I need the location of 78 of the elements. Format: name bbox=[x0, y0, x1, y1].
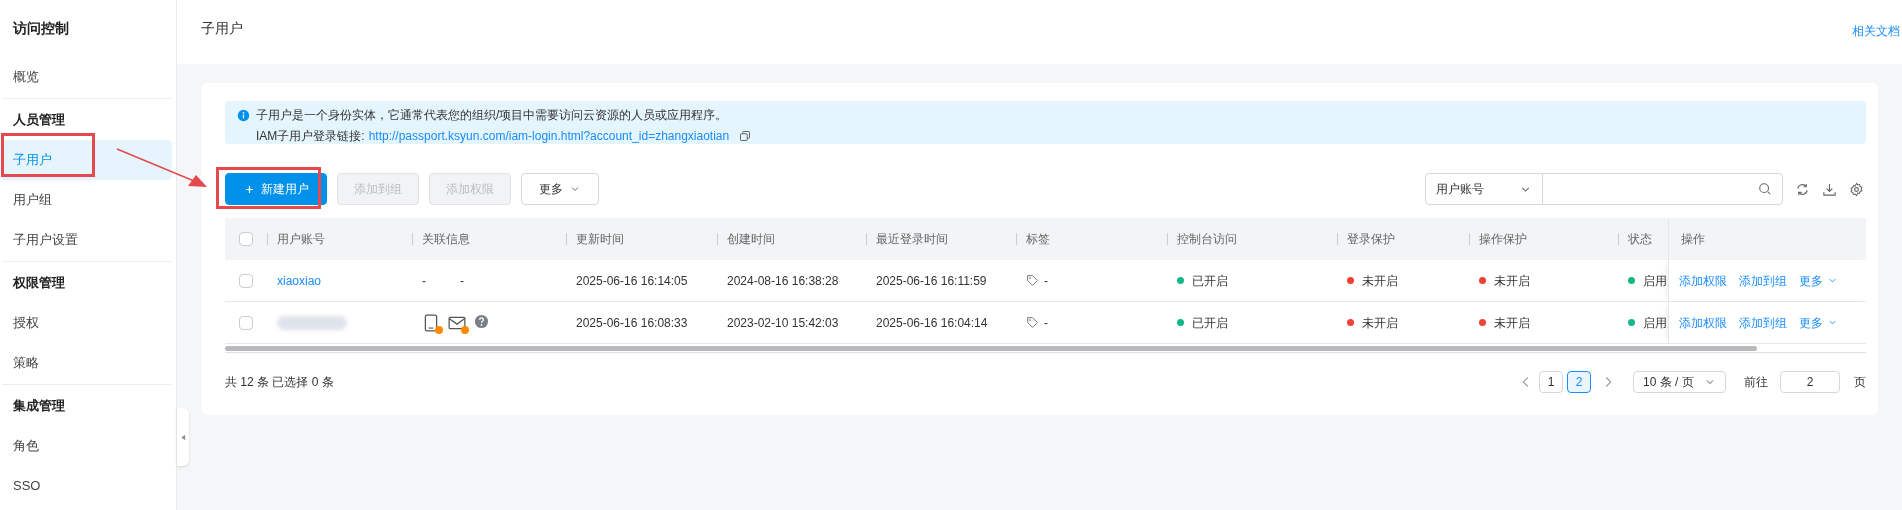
column-header: 登录保护 bbox=[1347, 231, 1395, 248]
download-icon[interactable] bbox=[1822, 181, 1837, 197]
table-cell-text: - bbox=[1044, 314, 1048, 332]
action-link[interactable]: 添加到组 bbox=[1739, 313, 1787, 332]
table-cell-text: - bbox=[1044, 272, 1048, 290]
goto-label: 前往 bbox=[1744, 374, 1768, 391]
sidebar-item[interactable]: 概览 bbox=[2, 57, 172, 97]
login-link[interactable]: http://passport.ksyun.com/iam-login.html?account_id=zhangxiaotian bbox=[368, 127, 730, 145]
tag-icon bbox=[1026, 274, 1039, 287]
action-link[interactable]: 添加权限 bbox=[1679, 271, 1727, 290]
sidebar-item[interactable]: 子用户 bbox=[2, 140, 172, 180]
sidebar-item[interactable]: 授权 bbox=[2, 303, 172, 343]
section-heading: 权限管理 bbox=[12, 274, 66, 293]
more-link[interactable]: 更多 bbox=[1799, 271, 1838, 290]
table-cell: 2025-06-16 16:08:33 bbox=[576, 315, 688, 330]
status-text: 未开启 bbox=[1362, 314, 1398, 332]
action-link[interactable]: 添加到组 bbox=[1739, 271, 1787, 290]
scrollbar-thumb[interactable] bbox=[225, 345, 1757, 351]
refresh-icon[interactable] bbox=[1795, 181, 1810, 197]
info-icon bbox=[237, 108, 250, 122]
column-header: 控制台访问 bbox=[1177, 231, 1237, 248]
copy-icon[interactable] bbox=[739, 130, 752, 142]
page-unit: 页 bbox=[1854, 374, 1866, 391]
page-input[interactable]: 2 bbox=[1780, 371, 1840, 393]
sidebar-item[interactable]: 子用户设置 bbox=[2, 220, 172, 260]
table-cell: 2025-06-16 16:04:14 bbox=[876, 315, 988, 330]
info-text: 子用户是一个身份实体，它通常代表您的组织/项目中需要访问云资源的人员或应用程序。 bbox=[256, 107, 728, 124]
checkbox[interactable] bbox=[239, 232, 253, 246]
column-header: 最近登录时间 bbox=[876, 231, 948, 248]
more-dropdown[interactable]: 更多 bbox=[521, 173, 599, 205]
status-text: 启用 bbox=[1643, 272, 1667, 290]
status-text: 未开启 bbox=[1494, 314, 1530, 332]
checkbox[interactable] bbox=[239, 273, 253, 288]
column-header: 更新时间 bbox=[576, 231, 624, 248]
status-text: 未开启 bbox=[1362, 272, 1398, 290]
page-button[interactable]: 1 bbox=[1539, 371, 1563, 393]
page-size-select[interactable]: 10 条 / 页 bbox=[1633, 371, 1726, 393]
sidebar-item[interactable]: SSO bbox=[2, 466, 172, 506]
tag-icon bbox=[1026, 316, 1039, 329]
column-header: 标签 bbox=[1026, 231, 1050, 248]
link-label: IAM子用户登录链接: bbox=[256, 128, 365, 145]
page-title: 子用户 bbox=[201, 19, 243, 38]
table-cell-text: - bbox=[422, 272, 427, 290]
status-text: 未开启 bbox=[1494, 272, 1530, 290]
table-cell-text: - bbox=[460, 272, 465, 290]
toolbar-button[interactable]: 新建用户 bbox=[225, 173, 327, 205]
settings-icon[interactable] bbox=[1849, 181, 1864, 197]
column-header: 操作 bbox=[1681, 231, 1705, 248]
sidebar-item[interactable]: 用户组 bbox=[2, 180, 172, 220]
status-text: 已开启 bbox=[1192, 272, 1228, 290]
table-cell: 2025-06-16 16:11:59 bbox=[876, 273, 987, 288]
table-cell: 2025-06-16 16:14:05 bbox=[576, 273, 688, 288]
page-button[interactable]: 2 bbox=[1567, 371, 1591, 393]
sidebar-title: 访问控制 bbox=[11, 18, 70, 38]
phone-icon bbox=[422, 313, 440, 332]
column-header: 创建时间 bbox=[727, 231, 775, 248]
action-link[interactable]: 添加权限 bbox=[1679, 313, 1727, 332]
column-header: 状态 bbox=[1628, 231, 1652, 248]
collapse-handle[interactable] bbox=[177, 408, 189, 466]
table-cell: 2023-02-10 15:42:03 bbox=[727, 315, 839, 330]
section-heading: 集成管理 bbox=[12, 397, 66, 416]
column-header: 操作保护 bbox=[1479, 231, 1527, 248]
status-text: 启用 bbox=[1643, 314, 1667, 332]
selection-summary: 共 12 条 已选择 0 条 bbox=[225, 374, 334, 391]
section-heading: 人员管理 bbox=[12, 111, 66, 130]
docs-link[interactable]: 相关文档 bbox=[1852, 18, 1900, 40]
collapse-icon bbox=[178, 432, 188, 442]
status-text: 已开启 bbox=[1192, 314, 1228, 332]
sidebar-item[interactable]: 策略 bbox=[2, 343, 172, 383]
more-link[interactable]: 更多 bbox=[1799, 313, 1838, 332]
help-icon bbox=[474, 313, 489, 329]
column-header: 关联信息 bbox=[422, 231, 470, 248]
checkbox[interactable] bbox=[239, 315, 253, 330]
plus-icon bbox=[243, 183, 255, 195]
sidebar-item[interactable]: 角色 bbox=[2, 426, 172, 466]
table-cell: 2024-08-16 16:38:28 bbox=[727, 273, 839, 288]
account-link[interactable]: xiaoxiao bbox=[277, 271, 322, 290]
column-header: 用户账号 bbox=[277, 231, 325, 248]
